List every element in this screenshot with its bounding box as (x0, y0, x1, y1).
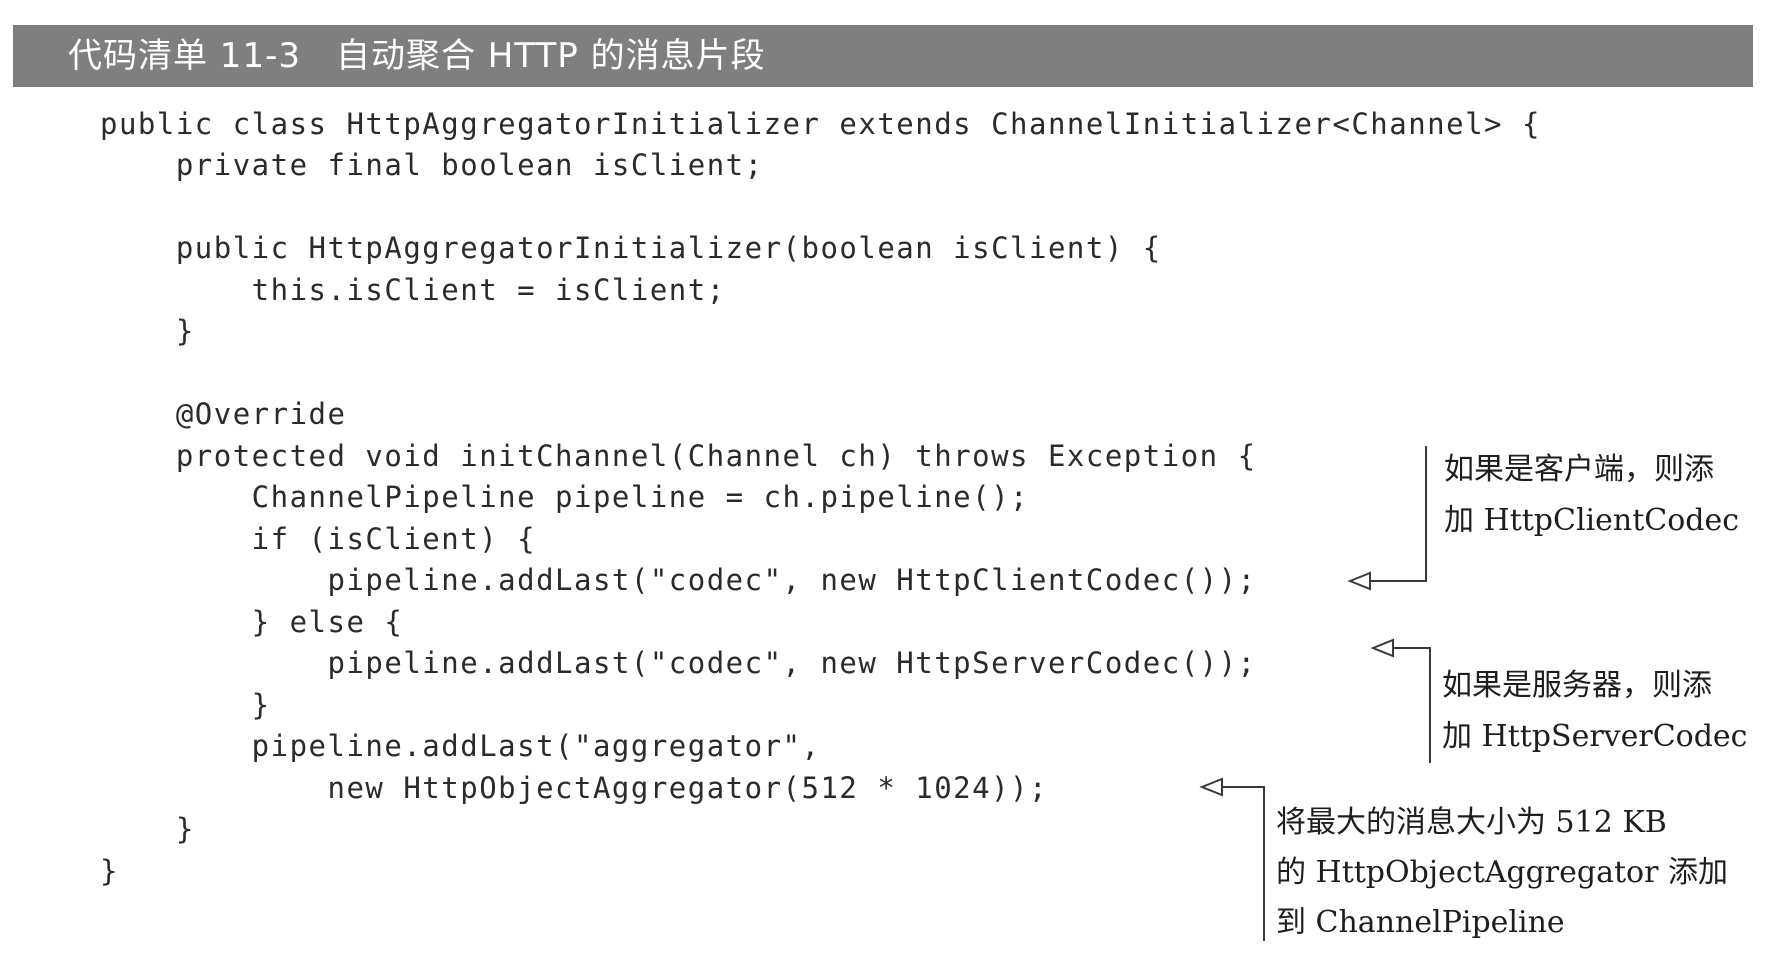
server-arrowhead-icon (1370, 638, 1394, 658)
server-callout-line (1393, 647, 1431, 763)
aggregator-annotation-line-3: 到 ChannelPipeline (1276, 905, 1565, 940)
aggregator-arrowhead-icon (1199, 777, 1223, 797)
server-annotation-line-2: 加 HttpServerCodec (1442, 719, 1748, 754)
client-annotation-line-2: 加 HttpClientCodec (1444, 503, 1740, 538)
server-annotation-line-1: 如果是服务器，则添 (1442, 668, 1712, 703)
client-annotation-line-1: 如果是客户端，则添 (1444, 452, 1714, 487)
aggregator-annotation-line-1: 将最大的消息大小为 512 KB (1276, 805, 1667, 840)
client-arrowhead-icon (1347, 571, 1371, 591)
client-callout-line (1370, 446, 1427, 582)
aggregator-callout-line (1222, 786, 1265, 941)
aggregator-annotation-line-2: 的 HttpObjectAggregator 添加 (1276, 855, 1728, 890)
